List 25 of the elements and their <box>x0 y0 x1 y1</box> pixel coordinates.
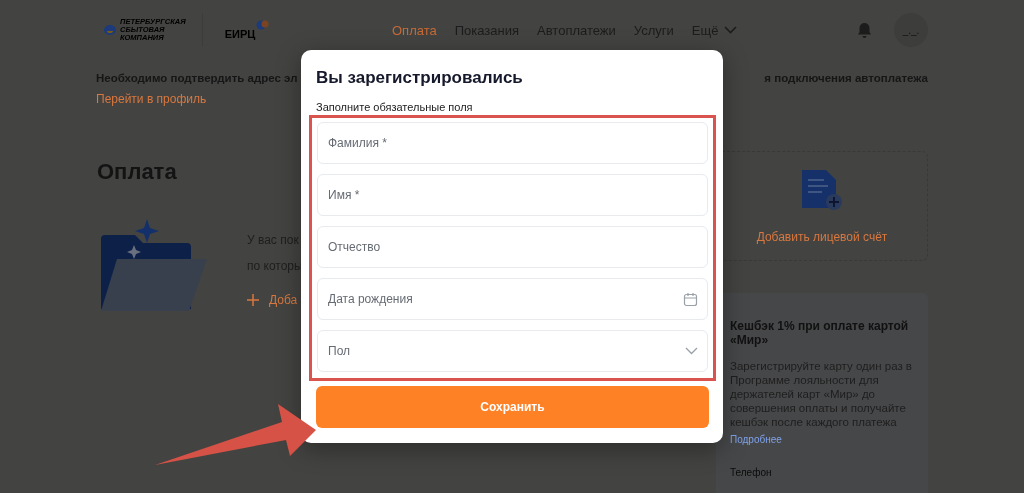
document-plus-icon <box>800 168 844 212</box>
input-field[interactable]: Имя * <box>317 174 708 216</box>
plus-icon <box>247 294 259 306</box>
add-account-link[interactable]: Доба <box>247 293 303 307</box>
bell-icon[interactable] <box>857 22 872 38</box>
gender-select[interactable]: Пол <box>317 330 708 372</box>
input-field[interactable]: Отчество <box>317 226 708 268</box>
speech-bubble-icon <box>256 20 270 30</box>
date-field[interactable]: Дата рождения <box>317 278 708 320</box>
nav-link[interactable]: Оплата <box>392 22 437 38</box>
phone-label: Телефон <box>730 467 773 478</box>
save-button[interactable]: Сохранить <box>316 386 709 428</box>
logo-icon <box>104 25 116 35</box>
logo-text: ЕИРЦ <box>224 28 256 40</box>
add-account-label: Добавить лицевой счёт <box>756 230 888 244</box>
more-link[interactable]: Подробнее <box>730 434 782 445</box>
calendar-icon[interactable] <box>683 291 698 307</box>
dialog-subtitle: Заполните обязательные поля <box>316 101 474 113</box>
user-avatar[interactable]: _._. <box>894 13 928 47</box>
input-field[interactable]: Фамилия * <box>317 122 708 164</box>
chevron-down-icon <box>724 26 738 34</box>
chevron-down-icon[interactable] <box>685 347 698 355</box>
promo-title: Кешбэк 1% при оплате картой «Мир» <box>730 319 910 347</box>
dialog-title: Вы зарегистрировались <box>316 68 524 88</box>
profile-link[interactable]: Перейти в профиль <box>96 92 207 106</box>
